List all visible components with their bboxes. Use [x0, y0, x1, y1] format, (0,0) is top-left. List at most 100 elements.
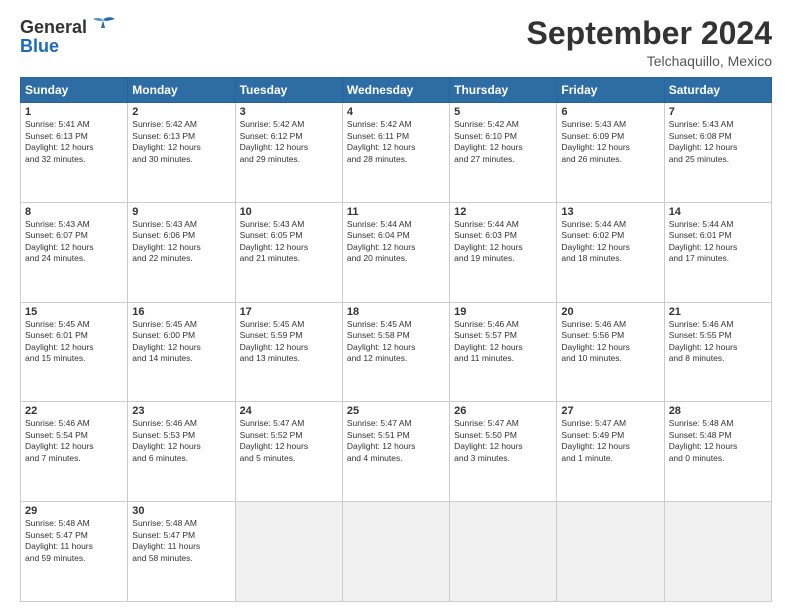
calendar-cell — [664, 502, 771, 602]
header-friday: Friday — [557, 78, 664, 103]
day-number: 8 — [25, 206, 123, 218]
calendar-cell — [557, 502, 664, 602]
day-info: Sunrise: 5:48 AMSunset: 5:47 PMDaylight:… — [132, 518, 230, 564]
calendar-cell: 19Sunrise: 5:46 AMSunset: 5:57 PMDayligh… — [450, 302, 557, 402]
day-number: 9 — [132, 206, 230, 218]
header: General Blue September 2024 Telchaquillo… — [20, 16, 772, 69]
day-number: 19 — [454, 306, 552, 318]
day-number: 27 — [561, 405, 659, 417]
calendar-cell: 17Sunrise: 5:45 AMSunset: 5:59 PMDayligh… — [235, 302, 342, 402]
day-info: Sunrise: 5:42 AMSunset: 6:11 PMDaylight:… — [347, 119, 445, 165]
day-info: Sunrise: 5:42 AMSunset: 6:12 PMDaylight:… — [240, 119, 338, 165]
day-info: Sunrise: 5:48 AMSunset: 5:47 PMDaylight:… — [25, 518, 123, 564]
header-thursday: Thursday — [450, 78, 557, 103]
calendar-cell — [450, 502, 557, 602]
day-info: Sunrise: 5:47 AMSunset: 5:52 PMDaylight:… — [240, 418, 338, 464]
calendar-cell: 30Sunrise: 5:48 AMSunset: 5:47 PMDayligh… — [128, 502, 235, 602]
calendar-cell: 15Sunrise: 5:45 AMSunset: 6:01 PMDayligh… — [21, 302, 128, 402]
day-info: Sunrise: 5:44 AMSunset: 6:04 PMDaylight:… — [347, 219, 445, 265]
day-number: 6 — [561, 106, 659, 118]
calendar-cell: 18Sunrise: 5:45 AMSunset: 5:58 PMDayligh… — [342, 302, 449, 402]
calendar-cell: 5Sunrise: 5:42 AMSunset: 6:10 PMDaylight… — [450, 103, 557, 203]
calendar-cell: 2Sunrise: 5:42 AMSunset: 6:13 PMDaylight… — [128, 103, 235, 203]
logo-general-text: General — [20, 17, 87, 38]
day-number: 25 — [347, 405, 445, 417]
day-info: Sunrise: 5:46 AMSunset: 5:57 PMDaylight:… — [454, 319, 552, 365]
calendar-table: Sunday Monday Tuesday Wednesday Thursday… — [20, 77, 772, 602]
calendar-cell: 6Sunrise: 5:43 AMSunset: 6:09 PMDaylight… — [557, 103, 664, 203]
calendar-cell: 1Sunrise: 5:41 AMSunset: 6:13 PMDaylight… — [21, 103, 128, 203]
calendar-cell: 20Sunrise: 5:46 AMSunset: 5:56 PMDayligh… — [557, 302, 664, 402]
day-info: Sunrise: 5:46 AMSunset: 5:55 PMDaylight:… — [669, 319, 767, 365]
day-info: Sunrise: 5:43 AMSunset: 6:05 PMDaylight:… — [240, 219, 338, 265]
day-number: 11 — [347, 206, 445, 218]
day-info: Sunrise: 5:45 AMSunset: 6:01 PMDaylight:… — [25, 319, 123, 365]
calendar-cell: 14Sunrise: 5:44 AMSunset: 6:01 PMDayligh… — [664, 202, 771, 302]
day-number: 12 — [454, 206, 552, 218]
day-info: Sunrise: 5:44 AMSunset: 6:03 PMDaylight:… — [454, 219, 552, 265]
calendar-cell: 7Sunrise: 5:43 AMSunset: 6:08 PMDaylight… — [664, 103, 771, 203]
calendar-cell — [342, 502, 449, 602]
day-number: 3 — [240, 106, 338, 118]
logo-blue-text: Blue — [20, 36, 59, 57]
header-saturday: Saturday — [664, 78, 771, 103]
day-info: Sunrise: 5:41 AMSunset: 6:13 PMDaylight:… — [25, 119, 123, 165]
header-sunday: Sunday — [21, 78, 128, 103]
day-info: Sunrise: 5:43 AMSunset: 6:07 PMDaylight:… — [25, 219, 123, 265]
calendar-cell: 28Sunrise: 5:48 AMSunset: 5:48 PMDayligh… — [664, 402, 771, 502]
calendar-cell: 26Sunrise: 5:47 AMSunset: 5:50 PMDayligh… — [450, 402, 557, 502]
header-tuesday: Tuesday — [235, 78, 342, 103]
day-info: Sunrise: 5:48 AMSunset: 5:48 PMDaylight:… — [669, 418, 767, 464]
calendar-cell: 27Sunrise: 5:47 AMSunset: 5:49 PMDayligh… — [557, 402, 664, 502]
calendar-cell — [235, 502, 342, 602]
day-info: Sunrise: 5:45 AMSunset: 6:00 PMDaylight:… — [132, 319, 230, 365]
title-block: September 2024 Telchaquillo, Mexico — [527, 16, 772, 69]
calendar-cell: 29Sunrise: 5:48 AMSunset: 5:47 PMDayligh… — [21, 502, 128, 602]
calendar-cell: 23Sunrise: 5:46 AMSunset: 5:53 PMDayligh… — [128, 402, 235, 502]
location: Telchaquillo, Mexico — [527, 53, 772, 69]
day-info: Sunrise: 5:43 AMSunset: 6:06 PMDaylight:… — [132, 219, 230, 265]
day-number: 20 — [561, 306, 659, 318]
day-number: 13 — [561, 206, 659, 218]
day-number: 26 — [454, 405, 552, 417]
calendar-cell: 21Sunrise: 5:46 AMSunset: 5:55 PMDayligh… — [664, 302, 771, 402]
calendar-cell: 25Sunrise: 5:47 AMSunset: 5:51 PMDayligh… — [342, 402, 449, 502]
calendar-cell: 9Sunrise: 5:43 AMSunset: 6:06 PMDaylight… — [128, 202, 235, 302]
calendar-cell: 11Sunrise: 5:44 AMSunset: 6:04 PMDayligh… — [342, 202, 449, 302]
calendar-header-row: Sunday Monday Tuesday Wednesday Thursday… — [21, 78, 772, 103]
calendar-cell: 13Sunrise: 5:44 AMSunset: 6:02 PMDayligh… — [557, 202, 664, 302]
month-title: September 2024 — [527, 16, 772, 51]
day-number: 21 — [669, 306, 767, 318]
day-info: Sunrise: 5:42 AMSunset: 6:10 PMDaylight:… — [454, 119, 552, 165]
calendar-cell: 22Sunrise: 5:46 AMSunset: 5:54 PMDayligh… — [21, 402, 128, 502]
day-info: Sunrise: 5:47 AMSunset: 5:49 PMDaylight:… — [561, 418, 659, 464]
day-info: Sunrise: 5:46 AMSunset: 5:54 PMDaylight:… — [25, 418, 123, 464]
day-number: 22 — [25, 405, 123, 417]
day-number: 16 — [132, 306, 230, 318]
day-info: Sunrise: 5:45 AMSunset: 5:58 PMDaylight:… — [347, 319, 445, 365]
calendar-cell: 10Sunrise: 5:43 AMSunset: 6:05 PMDayligh… — [235, 202, 342, 302]
day-info: Sunrise: 5:44 AMSunset: 6:01 PMDaylight:… — [669, 219, 767, 265]
page: General Blue September 2024 Telchaquillo… — [0, 0, 792, 612]
day-info: Sunrise: 5:46 AMSunset: 5:53 PMDaylight:… — [132, 418, 230, 464]
day-number: 17 — [240, 306, 338, 318]
day-number: 10 — [240, 206, 338, 218]
day-info: Sunrise: 5:47 AMSunset: 5:50 PMDaylight:… — [454, 418, 552, 464]
day-number: 4 — [347, 106, 445, 118]
calendar-cell: 3Sunrise: 5:42 AMSunset: 6:12 PMDaylight… — [235, 103, 342, 203]
day-number: 2 — [132, 106, 230, 118]
header-wednesday: Wednesday — [342, 78, 449, 103]
logo: General Blue — [20, 16, 117, 57]
day-number: 24 — [240, 405, 338, 417]
day-info: Sunrise: 5:42 AMSunset: 6:13 PMDaylight:… — [132, 119, 230, 165]
calendar-cell: 12Sunrise: 5:44 AMSunset: 6:03 PMDayligh… — [450, 202, 557, 302]
calendar-cell: 8Sunrise: 5:43 AMSunset: 6:07 PMDaylight… — [21, 202, 128, 302]
day-info: Sunrise: 5:47 AMSunset: 5:51 PMDaylight:… — [347, 418, 445, 464]
header-monday: Monday — [128, 78, 235, 103]
day-info: Sunrise: 5:44 AMSunset: 6:02 PMDaylight:… — [561, 219, 659, 265]
calendar-cell: 16Sunrise: 5:45 AMSunset: 6:00 PMDayligh… — [128, 302, 235, 402]
day-number: 7 — [669, 106, 767, 118]
day-info: Sunrise: 5:43 AMSunset: 6:09 PMDaylight:… — [561, 119, 659, 165]
day-number: 1 — [25, 106, 123, 118]
day-number: 30 — [132, 505, 230, 517]
